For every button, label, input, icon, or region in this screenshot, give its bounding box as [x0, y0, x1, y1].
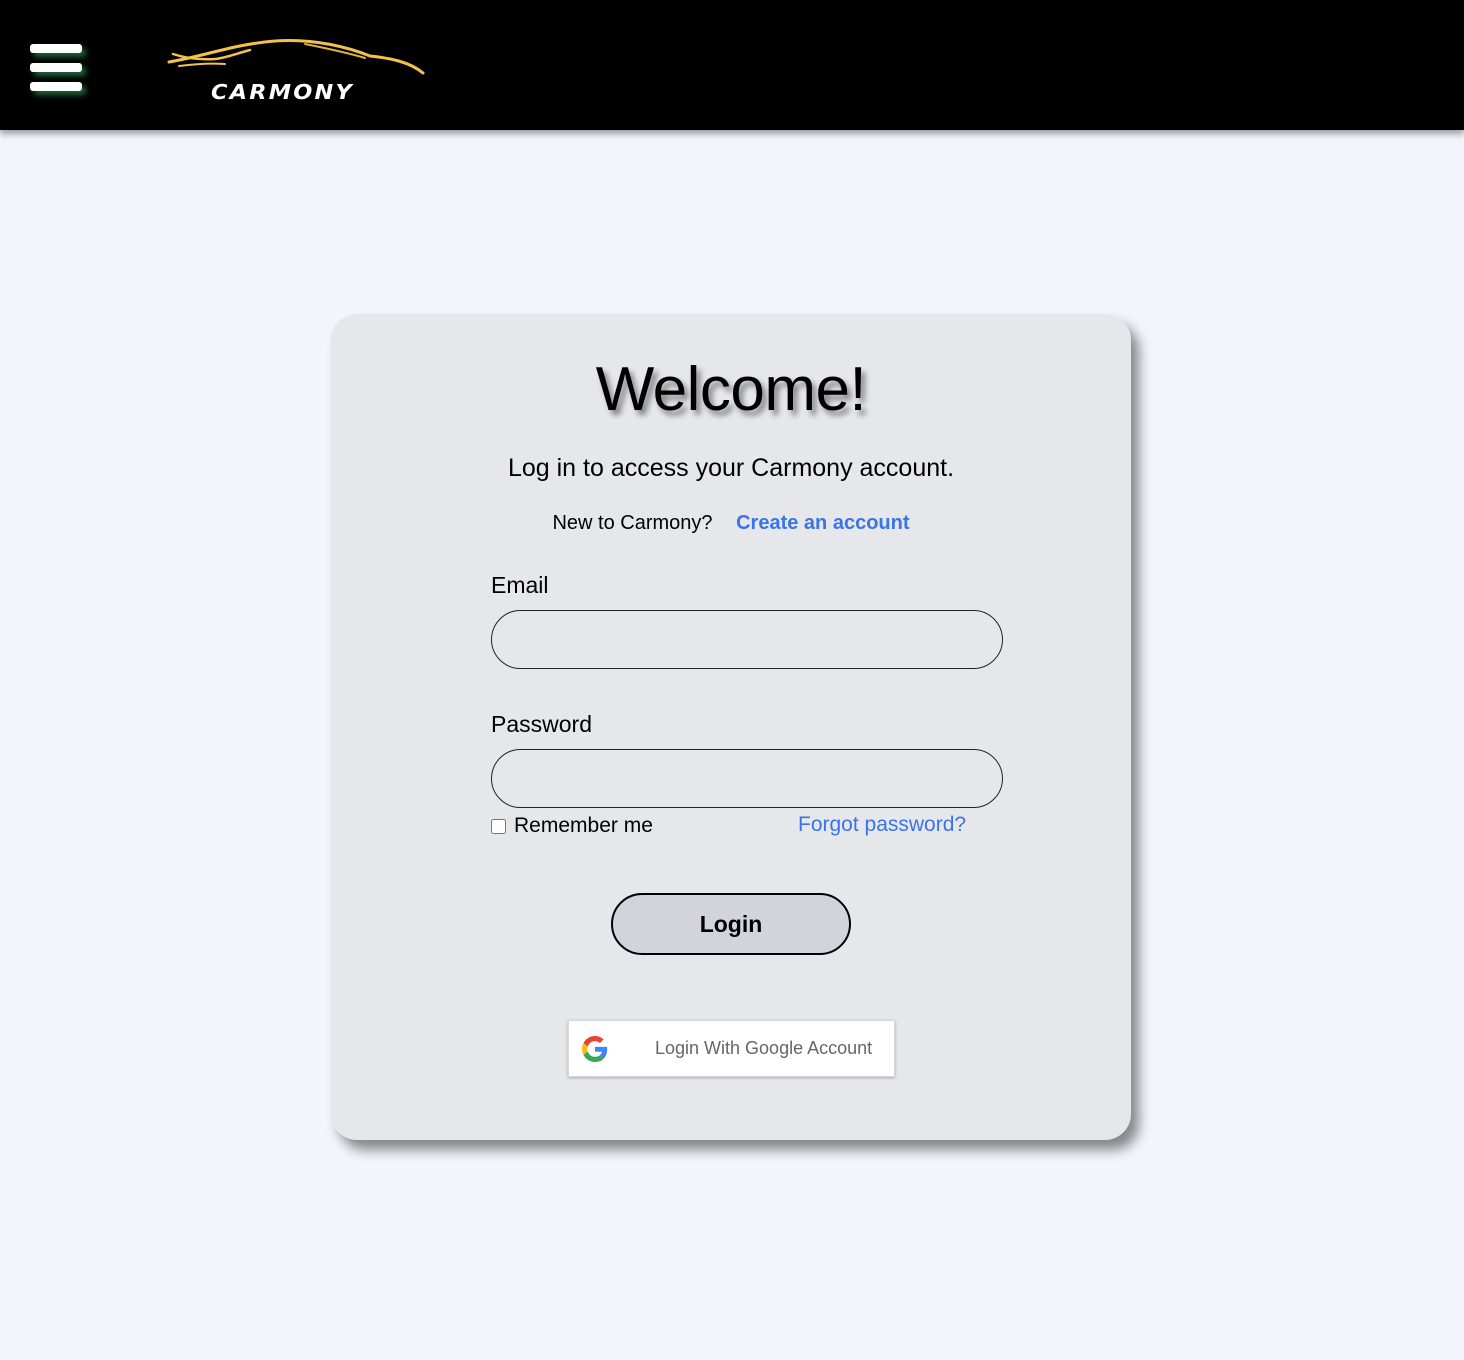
signup-prompt-row: New to Carmony? Create an account — [331, 512, 1131, 535]
page-title: Welcome! — [595, 355, 867, 424]
remember-me-label[interactable]: Remember me — [514, 814, 653, 838]
signup-prompt-text: New to Carmony? — [552, 512, 713, 534]
remember-me-row: Remember me — [491, 814, 653, 838]
create-account-link[interactable]: Create an account — [736, 512, 909, 534]
car-silhouette-icon — [167, 38, 425, 75]
login-card: Welcome! Log in to access your Carmony a… — [331, 314, 1131, 1140]
top-navbar: CARMONY — [0, 0, 1464, 130]
google-g-icon — [582, 1036, 608, 1062]
login-button[interactable]: Login — [611, 893, 851, 955]
menu-bar-line — [30, 63, 82, 72]
menu-bar-line — [30, 82, 82, 91]
remember-me-checkbox[interactable] — [491, 818, 506, 834]
email-label: Email — [491, 572, 549, 598]
google-login-button[interactable]: Login With Google Account — [568, 1020, 895, 1077]
brand-name: CARMONY — [211, 80, 355, 104]
email-field[interactable] — [491, 610, 1003, 669]
forgot-password-link[interactable]: Forgot password? — [798, 813, 966, 837]
google-login-label: Login With Google Account — [655, 1038, 873, 1058]
hamburger-menu-icon[interactable] — [30, 44, 94, 102]
page-subtitle: Log in to access your Carmony account. — [507, 454, 955, 482]
menu-bar-line — [30, 44, 82, 53]
password-field[interactable] — [491, 749, 1003, 808]
carmony-logo[interactable]: CARMONY — [165, 36, 430, 106]
password-label: Password — [491, 711, 592, 737]
